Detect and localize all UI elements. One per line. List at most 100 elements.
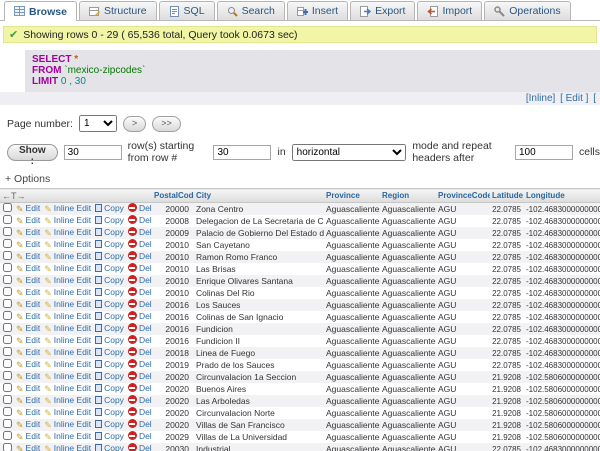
next-page-button[interactable]: >: [123, 116, 146, 132]
inline-edit-link[interactable]: Inline Edit: [44, 251, 91, 261]
delete-link[interactable]: Delete: [128, 443, 152, 451]
edit-link[interactable]: Edit: [16, 407, 40, 417]
copy-link[interactable]: Copy: [95, 395, 124, 405]
inline-edit-link[interactable]: Inline Edit: [44, 311, 91, 321]
row-nav-controls[interactable]: ←T→: [0, 189, 152, 203]
inline-edit-link[interactable]: Inline Edit: [44, 395, 91, 405]
delete-link[interactable]: Delete: [128, 311, 152, 321]
row-checkbox[interactable]: [3, 299, 12, 308]
row-checkbox[interactable]: [3, 227, 12, 236]
row-checkbox[interactable]: [3, 263, 12, 272]
copy-link[interactable]: Copy: [95, 227, 124, 237]
row-checkbox[interactable]: [3, 287, 12, 296]
inline-edit-link[interactable]: Inline Edit: [44, 299, 91, 309]
edit-link[interactable]: Edit: [16, 323, 40, 333]
copy-link[interactable]: Copy: [95, 347, 124, 357]
inline-edit-link[interactable]: Inline Edit: [44, 275, 91, 285]
edit-link[interactable]: Edit: [16, 227, 40, 237]
copy-link[interactable]: Copy: [95, 359, 124, 369]
row-checkbox[interactable]: [3, 251, 12, 260]
row-checkbox[interactable]: [3, 203, 12, 212]
truncated-link[interactable]: [: [593, 93, 596, 104]
tab-export[interactable]: Export: [350, 1, 415, 20]
delete-link[interactable]: Delete: [128, 251, 152, 261]
copy-link[interactable]: Copy: [95, 275, 124, 285]
delete-link[interactable]: Delete: [128, 323, 152, 333]
column-header-city[interactable]: City: [194, 189, 324, 203]
row-checkbox[interactable]: [3, 431, 12, 440]
inline-edit-link[interactable]: Inline Edit: [44, 227, 91, 237]
edit-link[interactable]: Edit: [16, 311, 40, 321]
copy-link[interactable]: Copy: [95, 383, 124, 393]
delete-link[interactable]: Delete: [128, 239, 152, 249]
copy-link[interactable]: Copy: [95, 371, 124, 381]
edit-link[interactable]: Edit: [16, 395, 40, 405]
delete-link[interactable]: Delete: [128, 347, 152, 357]
row-checkbox[interactable]: [3, 311, 12, 320]
inline-edit-link[interactable]: Inline Edit: [44, 203, 91, 213]
copy-link[interactable]: Copy: [95, 203, 124, 213]
inline-link[interactable]: [Inline]: [526, 93, 555, 104]
show-button[interactable]: Show :: [7, 144, 58, 161]
copy-link[interactable]: Copy: [95, 299, 124, 309]
inline-edit-link[interactable]: Inline Edit: [44, 407, 91, 417]
mode-select[interactable]: horizontal: [292, 144, 407, 161]
row-checkbox[interactable]: [3, 335, 12, 344]
inline-edit-link[interactable]: Inline Edit: [44, 371, 91, 381]
copy-link[interactable]: Copy: [95, 431, 124, 441]
column-header-longitude[interactable]: Longitude: [524, 189, 600, 203]
edit-link[interactable]: Edit: [16, 215, 40, 225]
inline-edit-link[interactable]: Inline Edit: [44, 263, 91, 273]
delete-link[interactable]: Delete: [128, 407, 152, 417]
delete-link[interactable]: Delete: [128, 419, 152, 429]
delete-link[interactable]: Delete: [128, 263, 152, 273]
inline-edit-link[interactable]: Inline Edit: [44, 287, 91, 297]
copy-link[interactable]: Copy: [95, 407, 124, 417]
copy-link[interactable]: Copy: [95, 287, 124, 297]
edit-link[interactable]: Edit: [16, 419, 40, 429]
tab-operations[interactable]: Operations: [484, 1, 570, 20]
edit-link[interactable]: Edit: [16, 299, 40, 309]
edit-link[interactable]: Edit: [16, 443, 40, 451]
edit-query-link[interactable]: [ Edit ]: [560, 93, 588, 104]
inline-edit-link[interactable]: Inline Edit: [44, 347, 91, 357]
edit-link[interactable]: Edit: [16, 239, 40, 249]
edit-link[interactable]: Edit: [16, 431, 40, 441]
copy-link[interactable]: Copy: [95, 443, 124, 451]
row-checkbox[interactable]: [3, 443, 12, 451]
edit-link[interactable]: Edit: [16, 371, 40, 381]
delete-link[interactable]: Delete: [128, 215, 152, 225]
row-checkbox[interactable]: [3, 407, 12, 416]
delete-link[interactable]: Delete: [128, 299, 152, 309]
row-checkbox[interactable]: [3, 239, 12, 248]
edit-link[interactable]: Edit: [16, 335, 40, 345]
row-checkbox[interactable]: [3, 395, 12, 404]
row-checkbox[interactable]: [3, 371, 12, 380]
options-toggle[interactable]: + Options: [5, 173, 600, 185]
row-checkbox[interactable]: [3, 275, 12, 284]
delete-link[interactable]: Delete: [128, 359, 152, 369]
delete-link[interactable]: Delete: [128, 431, 152, 441]
tab-search[interactable]: Search: [217, 1, 285, 20]
column-header-province[interactable]: Province: [324, 189, 380, 203]
edit-link[interactable]: Edit: [16, 347, 40, 357]
delete-link[interactable]: Delete: [128, 227, 152, 237]
edit-link[interactable]: Edit: [16, 203, 40, 213]
edit-link[interactable]: Edit: [16, 251, 40, 261]
inline-edit-link[interactable]: Inline Edit: [44, 383, 91, 393]
column-header-postalcode[interactable]: PostalCode: [152, 189, 194, 203]
copy-link[interactable]: Copy: [95, 311, 124, 321]
delete-link[interactable]: Delete: [128, 371, 152, 381]
edit-link[interactable]: Edit: [16, 359, 40, 369]
edit-link[interactable]: Edit: [16, 263, 40, 273]
row-checkbox[interactable]: [3, 383, 12, 392]
row-checkbox[interactable]: [3, 215, 12, 224]
inline-edit-link[interactable]: Inline Edit: [44, 335, 91, 345]
delete-link[interactable]: Delete: [128, 275, 152, 285]
delete-link[interactable]: Delete: [128, 383, 152, 393]
num-rows-input[interactable]: [64, 145, 122, 160]
repeat-headers-input[interactable]: [515, 145, 573, 160]
edit-link[interactable]: Edit: [16, 383, 40, 393]
edit-link[interactable]: Edit: [16, 275, 40, 285]
delete-link[interactable]: Delete: [128, 395, 152, 405]
